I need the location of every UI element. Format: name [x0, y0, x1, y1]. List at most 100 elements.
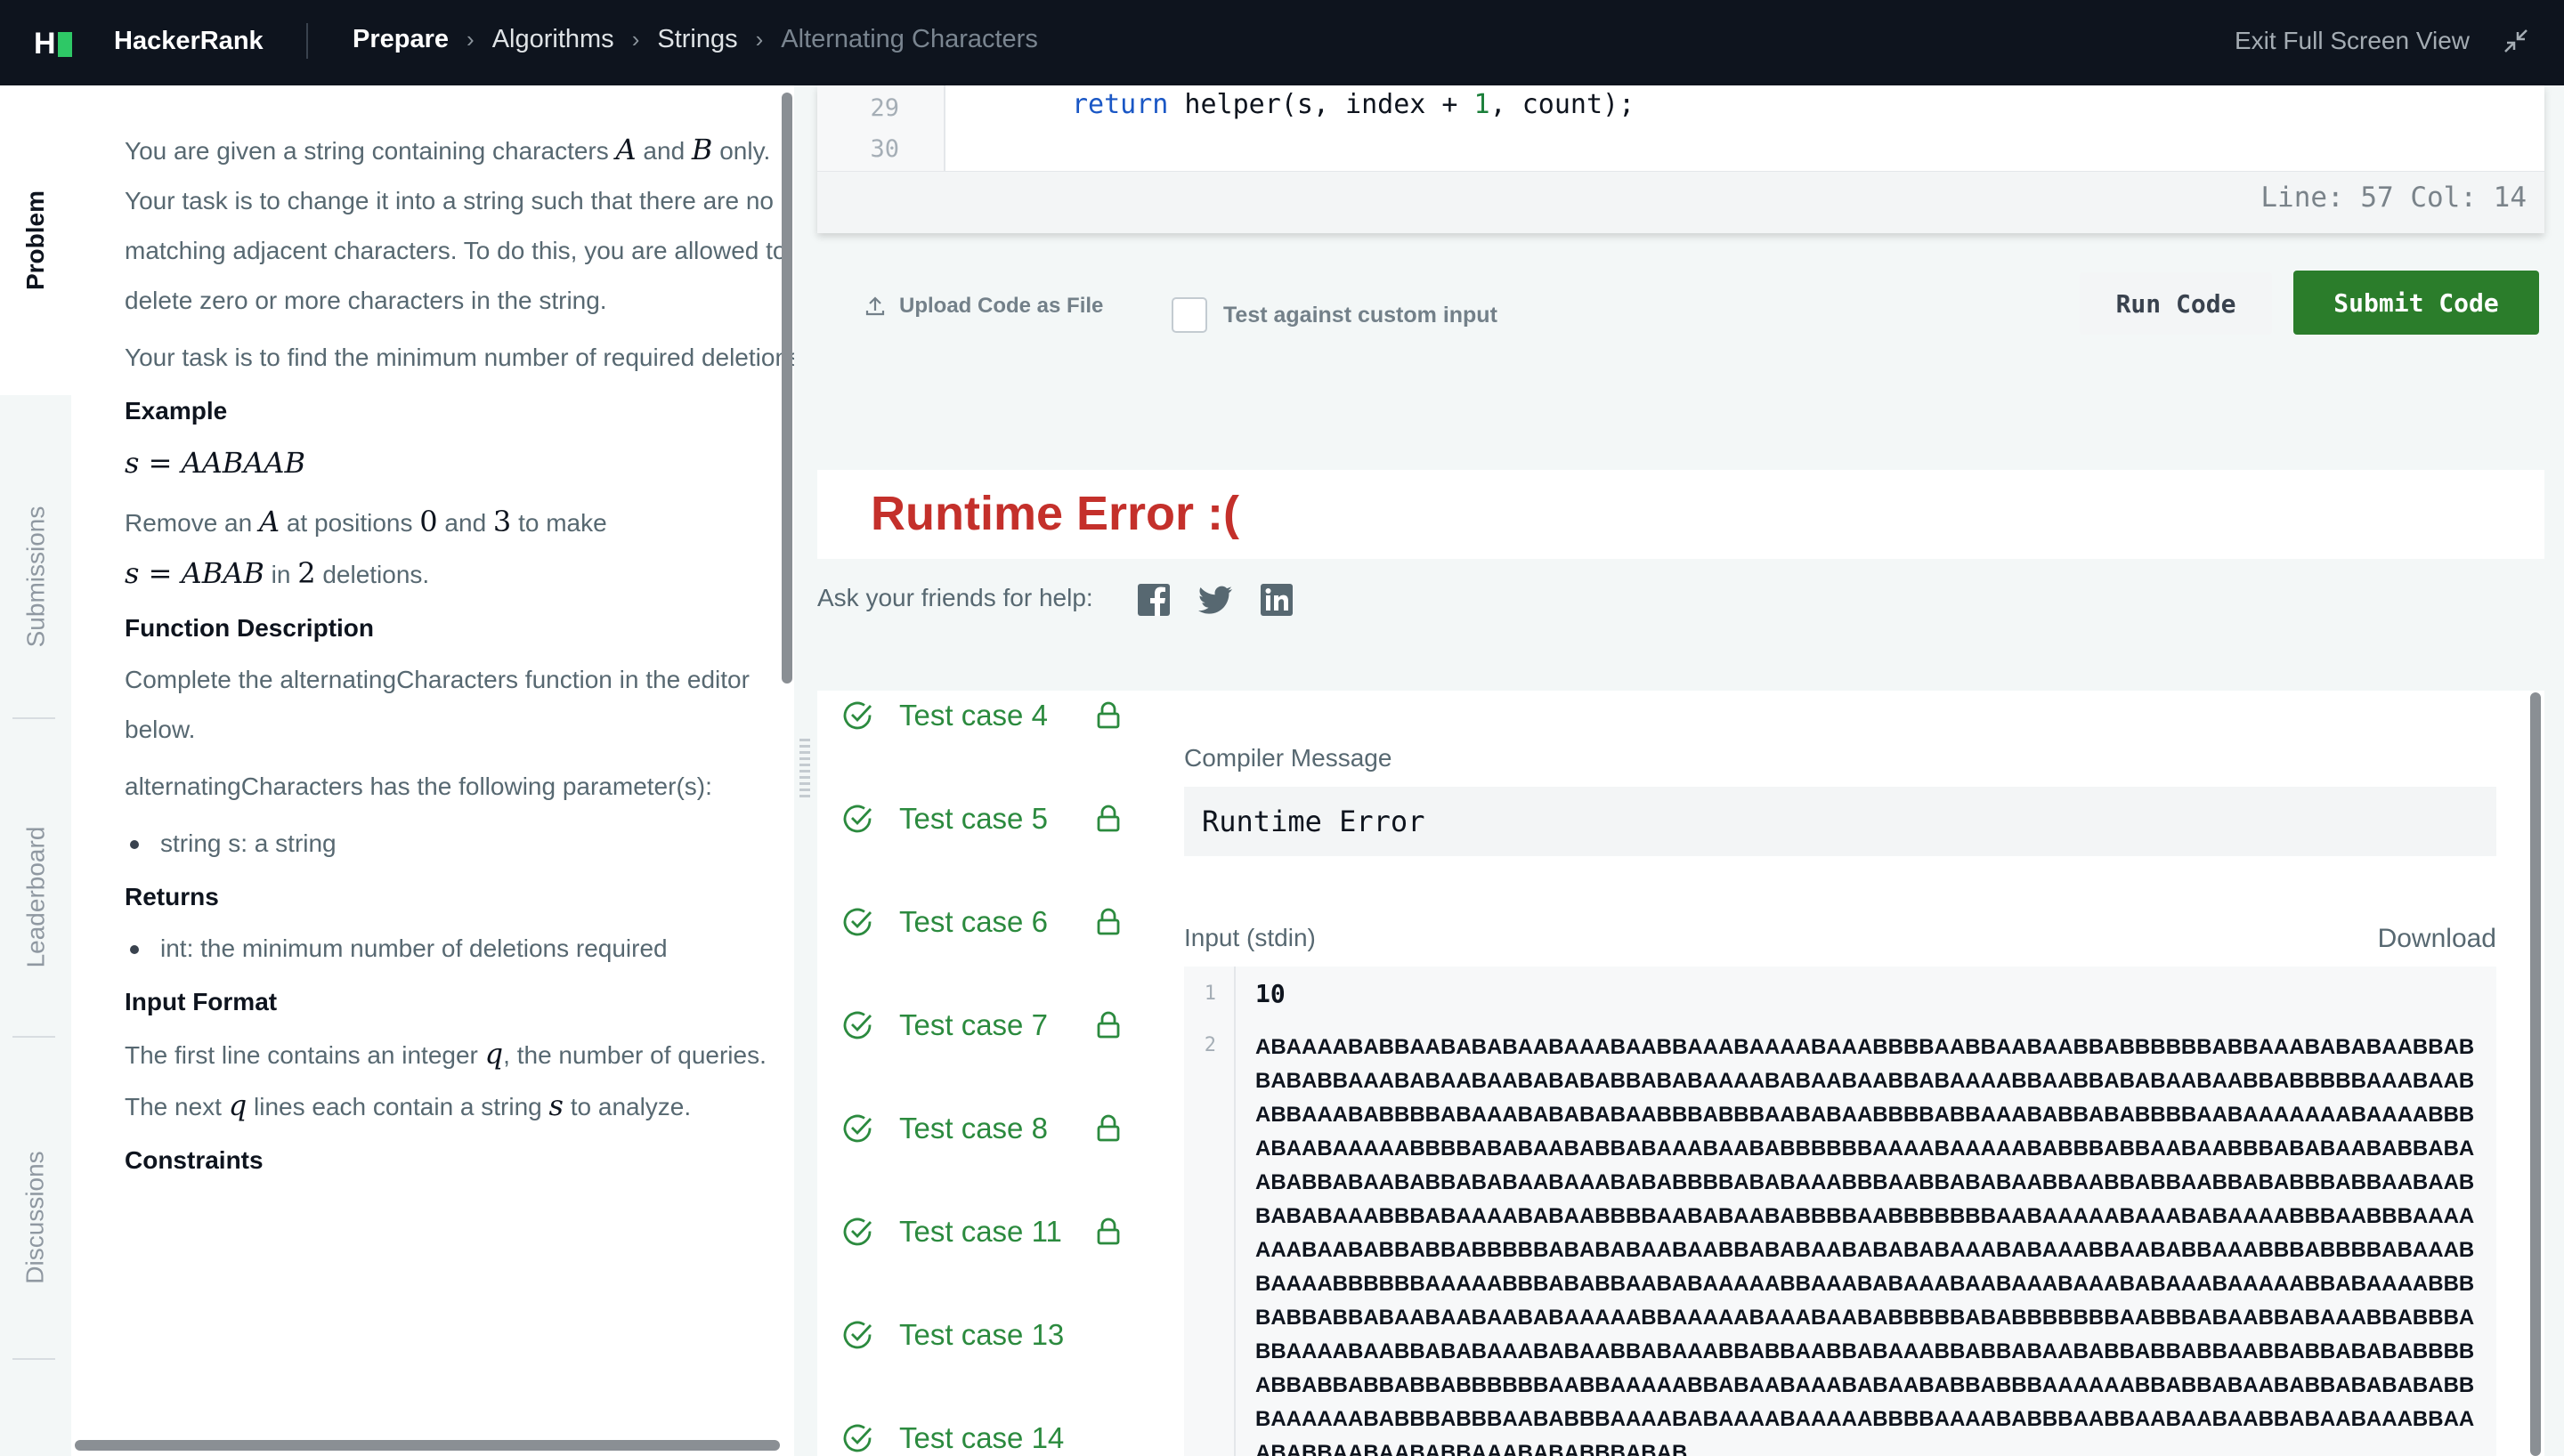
input-format-line-2: The next q lines each contain a string s…	[125, 1088, 692, 1122]
result-banner: Runtime Error :(	[817, 470, 2544, 559]
input-format-line-1: The first line contains an integer q, th…	[125, 1037, 767, 1071]
function-heading: Function Description	[125, 614, 374, 642]
problem-tabs: Problem Submissions Leaderboard Discussi…	[0, 85, 71, 1456]
stdin-gutter: 1 2	[1184, 967, 1236, 1456]
custom-input-checkbox[interactable]	[1172, 297, 1207, 333]
check-circle-icon	[843, 908, 872, 936]
problem-task: Your task is to find the minimum number …	[125, 344, 794, 371]
ask-friends-label: Ask your friends for help:	[817, 584, 1093, 611]
test-case-item[interactable]: Test case 11	[842, 1207, 1122, 1257]
breadcrumb-strings[interactable]: Strings	[657, 25, 737, 54]
check-circle-icon	[843, 805, 872, 833]
lock-icon	[1097, 908, 1120, 935]
cursor-position: Line: 57 Col: 14	[2260, 182, 2527, 214]
run-code-button[interactable]: Run Code	[2080, 272, 2272, 335]
list-item: int: the minimum number of deletions req…	[125, 924, 794, 974]
twitter-icon[interactable]	[1198, 582, 1234, 618]
topbar-divider	[306, 23, 308, 59]
input-format-heading: Input Format	[125, 988, 278, 1015]
panel-resize-handle[interactable]	[799, 739, 810, 801]
compiler-message-box: Runtime Error	[1184, 787, 2496, 856]
test-case-label: Test case 11	[899, 1215, 1062, 1248]
constraints-heading: Constraints	[125, 1146, 264, 1174]
tab-discussions-label: Discussions	[21, 1151, 50, 1284]
tab-submissions[interactable]: Submissions	[0, 443, 71, 710]
submit-code-button[interactable]: Submit Code	[2293, 271, 2539, 335]
hackerrank-logo[interactable]: H	[34, 27, 72, 61]
result-title: Runtime Error :(	[871, 487, 1240, 540]
test-case-label: Test case 14	[899, 1421, 1065, 1454]
stdin-line-1: 10	[1255, 979, 1286, 1008]
line-number: 30	[870, 135, 899, 163]
test-case-item[interactable]: Test case 6	[842, 897, 1122, 947]
facebook-icon[interactable]	[1136, 582, 1172, 618]
upload-icon	[865, 296, 885, 316]
problem-intro: You are given a string containing charac…	[125, 133, 787, 314]
tab-divider	[12, 1358, 55, 1360]
results-scrollbar[interactable]	[2530, 692, 2541, 1456]
test-case-item[interactable]: Test case 4	[842, 691, 1122, 740]
logo-square	[57, 31, 72, 57]
problem-content: You are given a string containing charac…	[125, 85, 794, 1187]
code-line[interactable]: return helper(s, index + 1, count);	[1072, 89, 1635, 120]
breadcrumb-prepare[interactable]: Prepare	[353, 25, 449, 54]
tab-leaderboard[interactable]: Leaderboard	[0, 764, 71, 1031]
line-number: 29	[870, 94, 899, 122]
check-circle-icon	[843, 1424, 872, 1452]
problem-panel: You are given a string containing charac…	[71, 85, 794, 1456]
test-case-label: Test case 6	[899, 905, 1048, 938]
results-panel: Test case 4 Test case 5 Test case 6 Test…	[817, 691, 2544, 1456]
tab-problem[interactable]: Problem	[0, 85, 71, 395]
editor-gutter: 29 30	[817, 85, 945, 171]
check-circle-icon	[843, 1321, 872, 1349]
problem-scrollbar[interactable]	[782, 93, 792, 684]
test-case-label: Test case 8	[899, 1112, 1048, 1145]
check-circle-icon	[843, 1114, 872, 1143]
code-editor[interactable]: 29 30 return helper(s, index + 1, count)…	[817, 85, 2544, 233]
returns-list: int: the minimum number of deletions req…	[125, 924, 794, 974]
collapse-fullscreen-icon[interactable]	[2502, 27, 2530, 55]
test-case-label: Test case 13	[899, 1318, 1065, 1351]
top-bar: H HackerRank Prepare › Algorithms › Stri…	[0, 0, 2564, 85]
stdin-box: 1 2 10 ABAAAABABBAABABABAABAAABAABBAAABA…	[1184, 967, 2496, 1456]
linkedin-icon[interactable]	[1259, 582, 1294, 618]
line-number: 1	[1204, 983, 1216, 1005]
line-number: 2	[1204, 1034, 1216, 1056]
test-case-item[interactable]: Test case 14	[842, 1413, 1077, 1456]
tab-leaderboard-label: Leaderboard	[21, 826, 49, 968]
brand-name[interactable]: HackerRank	[114, 27, 264, 56]
custom-input-toggle[interactable]: Test against custom input	[1172, 297, 1497, 333]
example-explanation: Remove an A at positions 0 and 3 to make…	[125, 505, 607, 590]
check-circle-icon	[843, 1217, 872, 1246]
test-case-item[interactable]: Test case 5	[842, 794, 1122, 844]
download-link[interactable]: Download	[2366, 924, 2496, 954]
lock-icon	[1097, 1217, 1120, 1245]
test-case-label: Test case 7	[899, 1008, 1048, 1041]
lock-icon	[1097, 1114, 1120, 1142]
tab-submissions-label: Submissions	[21, 506, 50, 648]
breadcrumb-current: Alternating Characters	[781, 25, 1038, 53]
lock-icon	[1097, 701, 1120, 729]
tab-discussions[interactable]: Discussions	[0, 1084, 71, 1351]
tab-divider	[12, 717, 55, 719]
check-circle-icon	[843, 1011, 872, 1039]
test-case-label: Test case 5	[899, 802, 1048, 835]
test-case-item[interactable]: Test case 7	[842, 1000, 1122, 1050]
breadcrumb-algorithms[interactable]: Algorithms	[492, 25, 614, 54]
lock-icon	[1097, 1011, 1120, 1039]
test-case-item[interactable]: Test case 13	[842, 1310, 1077, 1360]
chevron-right-icon: ›	[631, 26, 640, 53]
logo-mark: H	[34, 27, 56, 61]
tab-divider	[12, 1036, 55, 1038]
stdin-label: Input (stdin)	[1184, 924, 1316, 951]
stdin-line-2: ABAAAABABBAABABABAABAAABAABBAAABAAAABAAA…	[1255, 1035, 2475, 1456]
list-item: string s: a string	[125, 819, 794, 869]
chevron-right-icon: ›	[467, 26, 475, 53]
upload-code-button[interactable]: Upload Code as File	[864, 294, 1103, 319]
example-string: s = AABAAB	[125, 446, 306, 480]
exit-fullscreen-link[interactable]: Exit Full Screen View	[2235, 27, 2470, 55]
problem-horizontal-scrollbar[interactable]	[75, 1440, 780, 1451]
example-heading: Example	[125, 397, 228, 425]
test-case-item[interactable]: Test case 8	[842, 1104, 1122, 1153]
compiler-message-label: Compiler Message	[1184, 744, 1392, 772]
